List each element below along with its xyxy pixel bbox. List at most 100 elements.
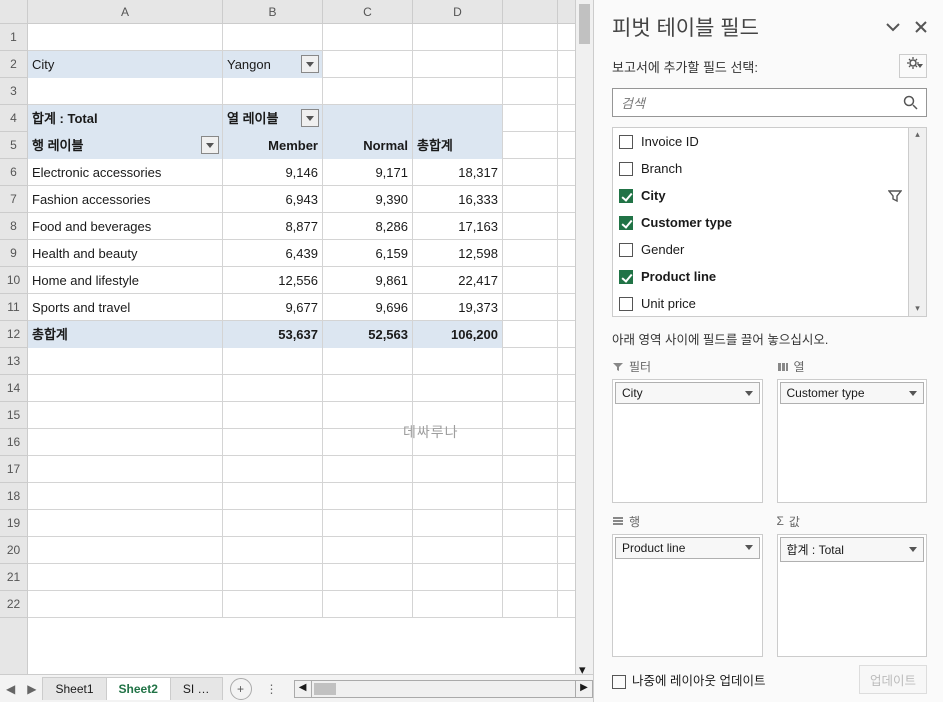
field-item-city[interactable]: City bbox=[613, 182, 908, 209]
checkbox-checked-icon[interactable] bbox=[619, 216, 633, 230]
report-filter-label[interactable]: City bbox=[28, 51, 223, 78]
row-header[interactable]: 11 bbox=[0, 294, 27, 321]
table-row: Electronic accessories 9,146 9,171 18,31… bbox=[28, 159, 575, 186]
filters-area[interactable]: 필터 City bbox=[612, 358, 763, 503]
row-header[interactable]: 14 bbox=[0, 375, 27, 402]
field-item-unit-price[interactable]: Unit price bbox=[613, 290, 908, 317]
col-header-c[interactable]: C bbox=[323, 0, 413, 23]
field-item-product-line[interactable]: Product line bbox=[613, 263, 908, 290]
hscroll-left-icon[interactable]: ◀ bbox=[294, 680, 312, 698]
area-item-customer-type[interactable]: Customer type bbox=[780, 382, 925, 404]
pivot-field-pane: 피벗 테이블 필드 보고서에 추가할 필드 선택: 검색 Invoice ID … bbox=[594, 0, 943, 702]
update-button[interactable]: 업데이트 bbox=[859, 665, 927, 694]
area-item-sum-total[interactable]: 합계 : Total bbox=[780, 537, 925, 562]
row-header[interactable]: 13 bbox=[0, 348, 27, 375]
field-item-customer-type[interactable]: Customer type bbox=[613, 209, 908, 236]
scroll-down-icon[interactable]: ▾ bbox=[579, 662, 590, 674]
rows-area[interactable]: 행 Product line bbox=[612, 513, 763, 658]
checkbox-icon[interactable] bbox=[619, 243, 633, 257]
checkbox-icon[interactable] bbox=[619, 135, 633, 149]
row-header[interactable]: 2 bbox=[0, 51, 27, 78]
field-list-scrollbar[interactable]: ▴ ▾ bbox=[908, 128, 926, 316]
values-area[interactable]: Σ값 합계 : Total bbox=[777, 513, 928, 658]
field-list: Invoice ID Branch City Customer type Gen… bbox=[612, 127, 927, 317]
col-grandtotal[interactable]: 총합계 bbox=[413, 132, 503, 159]
row-header[interactable]: 15 bbox=[0, 402, 27, 429]
checkbox-icon[interactable] bbox=[612, 675, 626, 689]
area-item-city[interactable]: City bbox=[615, 382, 760, 404]
col-header-e[interactable] bbox=[503, 0, 558, 23]
columns-icon bbox=[777, 361, 789, 373]
row-header[interactable]: 8 bbox=[0, 213, 27, 240]
row-header[interactable]: 9 bbox=[0, 240, 27, 267]
settings-button[interactable] bbox=[899, 54, 927, 78]
row-header[interactable]: 22 bbox=[0, 591, 27, 618]
tab-divider-icon: ⋮ bbox=[260, 682, 284, 696]
cell-grid[interactable]: City Yangon 합계 : Total 열 레이블 bbox=[28, 24, 575, 674]
column-labels-dropdown-icon[interactable] bbox=[301, 109, 319, 127]
row-header[interactable]: 10 bbox=[0, 267, 27, 294]
tab-sheet1[interactable]: Sheet1 bbox=[42, 677, 106, 700]
chevron-down-icon[interactable] bbox=[745, 391, 753, 396]
values-title[interactable]: 합계 : Total bbox=[28, 105, 223, 132]
table-row: Home and lifestyle 12,556 9,861 22,417 bbox=[28, 267, 575, 294]
col-member[interactable]: Member bbox=[223, 132, 323, 159]
checkbox-icon[interactable] bbox=[619, 297, 633, 311]
tab-nav-next-icon[interactable]: ▶ bbox=[21, 682, 42, 696]
col-header-d[interactable]: D bbox=[413, 0, 503, 23]
collapse-icon[interactable] bbox=[885, 21, 901, 33]
row-header[interactable]: 16 bbox=[0, 429, 27, 456]
row-header[interactable]: 21 bbox=[0, 564, 27, 591]
row-header[interactable]: 18 bbox=[0, 483, 27, 510]
scroll-up-icon[interactable]: ▴ bbox=[912, 129, 923, 141]
add-sheet-button[interactable]: + bbox=[230, 678, 252, 700]
grand-total-row: 총합계 53,637 52,563 106,200 bbox=[28, 321, 575, 348]
field-item-invoice-id[interactable]: Invoice ID bbox=[613, 128, 908, 155]
row-header[interactable]: 5 bbox=[0, 132, 27, 159]
col-header-a[interactable]: A bbox=[28, 0, 223, 23]
scroll-thumb[interactable] bbox=[579, 4, 590, 44]
row-header[interactable]: 1 bbox=[0, 24, 27, 51]
row-header[interactable]: 20 bbox=[0, 537, 27, 564]
checkbox-checked-icon[interactable] bbox=[619, 189, 633, 203]
row-labels-dropdown-icon[interactable] bbox=[201, 136, 219, 154]
chevron-down-icon[interactable] bbox=[745, 545, 753, 550]
tab-sheet3[interactable]: SI … bbox=[170, 677, 223, 700]
col-normal[interactable]: Normal bbox=[323, 132, 413, 159]
row-labels-title[interactable]: 행 레이블 bbox=[28, 132, 223, 159]
row-header[interactable]: 17 bbox=[0, 456, 27, 483]
area-item-product-line[interactable]: Product line bbox=[615, 537, 760, 559]
funnel-icon bbox=[612, 361, 624, 373]
scroll-down-icon[interactable]: ▾ bbox=[912, 303, 923, 315]
row-header[interactable]: 3 bbox=[0, 78, 27, 105]
row-header[interactable]: 19 bbox=[0, 510, 27, 537]
filter-dropdown-icon[interactable] bbox=[301, 55, 319, 73]
row-header[interactable]: 12 bbox=[0, 321, 27, 348]
hscroll-right-icon[interactable]: ▶ bbox=[575, 680, 593, 698]
table-row: Sports and travel 9,677 9,696 19,373 bbox=[28, 294, 575, 321]
chevron-down-icon[interactable] bbox=[909, 391, 917, 396]
close-icon[interactable] bbox=[915, 21, 927, 33]
row-header[interactable]: 7 bbox=[0, 186, 27, 213]
vertical-scrollbar[interactable]: ▴ ▾ bbox=[575, 0, 593, 674]
tab-nav-prev-icon[interactable]: ◀ bbox=[0, 682, 21, 696]
filter-value-text: Yangon bbox=[227, 57, 271, 72]
column-labels-title[interactable]: 열 레이블 bbox=[223, 105, 323, 132]
hscroll-thumb[interactable] bbox=[314, 683, 336, 695]
filter-icon[interactable] bbox=[888, 189, 902, 203]
field-search-input[interactable]: 검색 bbox=[612, 88, 927, 117]
chevron-down-icon[interactable] bbox=[909, 547, 917, 552]
defer-layout-checkbox[interactable]: 나중에 레이아웃 업데이트 bbox=[612, 670, 765, 689]
row-header[interactable]: 6 bbox=[0, 159, 27, 186]
report-filter-value[interactable]: Yangon bbox=[223, 51, 323, 78]
col-header-b[interactable]: B bbox=[223, 0, 323, 23]
checkbox-icon[interactable] bbox=[619, 162, 633, 176]
checkbox-checked-icon[interactable] bbox=[619, 270, 633, 284]
horizontal-scrollbar[interactable]: ◀ ▶ bbox=[294, 680, 593, 698]
row-header[interactable]: 4 bbox=[0, 105, 27, 132]
field-item-branch[interactable]: Branch bbox=[613, 155, 908, 182]
tab-sheet2[interactable]: Sheet2 bbox=[106, 677, 171, 700]
field-item-gender[interactable]: Gender bbox=[613, 236, 908, 263]
pane-subtitle: 보고서에 추가할 필드 선택: bbox=[612, 57, 758, 76]
columns-area[interactable]: 열 Customer type bbox=[777, 358, 928, 503]
